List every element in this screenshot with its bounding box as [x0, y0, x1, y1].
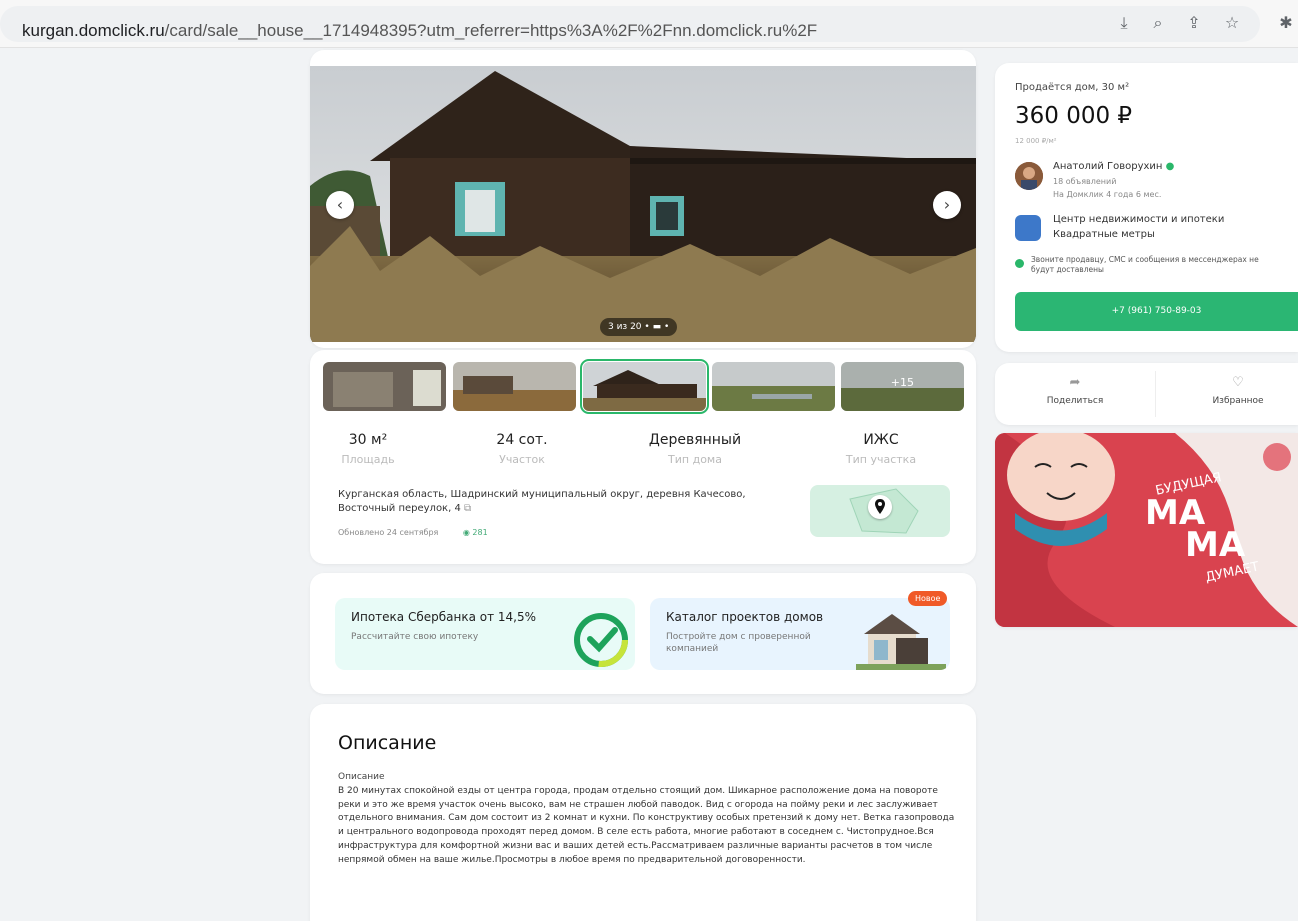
copy-icon[interactable]: ⧉: [464, 503, 471, 514]
stat-plot-type: ИЖС Тип участка: [816, 432, 946, 466]
stat-house-type-value: Деревянный: [648, 432, 742, 448]
eye-icon: ◉: [462, 528, 470, 537]
heart-icon: ♡: [1232, 375, 1244, 390]
url-host: kurgan.domclick.ru: [22, 21, 165, 40]
price-per-m2: 12 000 ₽/м²: [1015, 137, 1057, 145]
url-path: /card/sale__house__1714948395?utm_referr…: [164, 21, 818, 40]
favorite-label: Избранное: [1212, 396, 1264, 406]
verified-icon: ●: [1165, 161, 1175, 172]
agent-listings: 18 объявлений: [1053, 177, 1117, 186]
agency-name[interactable]: Центр недвижимости и ипотеки Квадратные …: [1053, 212, 1283, 242]
url-text[interactable]: kurgan.domclick.ru/card/sale__house__171…: [22, 21, 817, 41]
mortgage-promo[interactable]: Ипотека Сбербанка от 14,5% Рассчитайте с…: [335, 598, 635, 670]
description-subheading: Описание: [338, 772, 385, 782]
agent-name-row[interactable]: Анатолий Говорухин ●: [1053, 161, 1174, 172]
stat-house-type-label: Тип дома: [668, 453, 722, 466]
views-count: 281: [472, 528, 488, 537]
favorite-button[interactable]: ♡ Избранное: [1168, 375, 1298, 406]
house-catalog-promo[interactable]: Каталог проектов домов Постройте дом с п…: [650, 598, 950, 670]
extensions-icon[interactable]: ✱: [1276, 13, 1296, 33]
listing-details: +15 30 м² Площадь 24 сот. Участок Деревя…: [310, 350, 976, 564]
stat-area: 30 м² Площадь: [303, 432, 433, 466]
stat-area-label: Площадь: [341, 453, 395, 466]
address-line: Курганская область, Шадринский муниципал…: [338, 488, 758, 516]
advertisement-banner[interactable]: БУДУЩАЯ МА МА ДУМАЕТ: [995, 433, 1298, 627]
main-photo[interactable]: [310, 66, 976, 342]
action-buttons: ➦ Поделиться ♡ Избранное: [995, 363, 1298, 425]
map-pin-icon: [868, 495, 892, 519]
agent-avatar[interactable]: [1015, 162, 1043, 190]
agent-name: Анатолий Говорухин: [1053, 161, 1163, 172]
share-arrow-icon: ➦: [1069, 375, 1081, 390]
house-catalog-promo-title: Каталог проектов домов: [666, 610, 824, 624]
stat-plot-label: Участок: [499, 453, 545, 466]
listing-meta: Обновлено 24 сентября ◉ 281: [338, 528, 488, 537]
photo-counter: 3 из 20 • ▬ •: [600, 318, 678, 336]
description-section: Описание Описание В 20 минутах спокойной…: [310, 704, 976, 921]
share-button[interactable]: ➦ Поделиться: [1005, 375, 1145, 406]
sber-logo-icon: [574, 613, 628, 667]
thumbnail-3[interactable]: [580, 359, 709, 414]
stat-plot-value: 24 сот.: [496, 432, 548, 448]
stat-plot-type-value: ИЖС: [863, 432, 899, 448]
offer-price: 360 000 ₽: [1015, 103, 1133, 129]
phone-button[interactable]: +7 (961) 750-89-03: [1015, 292, 1298, 331]
agency-logo: [1015, 215, 1041, 241]
install-app-icon[interactable]: ⤓: [1114, 13, 1134, 33]
ad-line-3: МА: [1185, 525, 1246, 565]
house-illustration-icon: [856, 614, 946, 670]
mini-map[interactable]: [810, 485, 950, 537]
agent-tenure: На Домклик 4 года 6 мес.: [1053, 190, 1162, 199]
more-photos-count: +15: [890, 376, 914, 389]
description-text: В 20 минутах спокойной езды от центра го…: [338, 786, 955, 865]
shield-check-icon: [1015, 259, 1024, 268]
price-card: Продаётся дом, 30 м² 360 000 ₽ 12 000 ₽/…: [995, 63, 1298, 352]
actions-divider: [1155, 371, 1156, 417]
next-photo-button[interactable]: ›: [933, 191, 961, 219]
stat-plot: 24 сот. Участок: [457, 432, 587, 466]
contact-notice: Звоните продавцу, СМС и сообщения в месс…: [1031, 255, 1259, 274]
stat-plot-type-label: Тип участка: [845, 453, 917, 466]
thumbnail-2[interactable]: [453, 362, 576, 411]
address-bar[interactable]: kurgan.domclick.ru/card/sale__house__171…: [0, 6, 1260, 42]
updated-date: Обновлено 24 сентября: [338, 528, 439, 537]
views-count-group: ◉ 281: [463, 528, 488, 537]
new-badge: Новое: [908, 591, 948, 606]
house-catalog-promo-subtitle: Постройте дом с проверенной компанией: [666, 632, 811, 654]
mortgage-promo-subtitle: Рассчитайте свою ипотеку: [351, 632, 479, 642]
browser-toolbar: kurgan.domclick.ru/card/sale__house__171…: [0, 0, 1298, 48]
thumbnail-4[interactable]: [712, 362, 835, 411]
thumbnail-1[interactable]: [323, 362, 446, 411]
share-page-icon[interactable]: ⇪: [1184, 13, 1204, 33]
stat-house-type: Деревянный Тип дома: [630, 432, 760, 466]
mortgage-promo-title: Ипотека Сбербанка от 14,5%: [351, 610, 537, 624]
promo-banners: Ипотека Сбербанка от 14,5% Рассчитайте с…: [310, 573, 976, 694]
share-label: Поделиться: [1046, 396, 1104, 406]
thumbnail-5-more[interactable]: +15: [841, 362, 964, 411]
prev-photo-button[interactable]: ‹: [326, 191, 354, 219]
bookmark-star-icon[interactable]: ☆: [1222, 13, 1242, 33]
photo-counter-text: 3 из 20: [608, 322, 642, 332]
stat-area-value: 30 м²: [348, 432, 388, 448]
description-heading: Описание: [338, 732, 437, 754]
zoom-icon[interactable]: ⌕: [1148, 13, 1168, 33]
offer-title: Продаётся дом, 30 м²: [1015, 82, 1130, 93]
address-text: Курганская область, Шадринский муниципал…: [338, 489, 746, 514]
photo-gallery: ‹ › 3 из 20 • ▬ •: [310, 50, 976, 348]
